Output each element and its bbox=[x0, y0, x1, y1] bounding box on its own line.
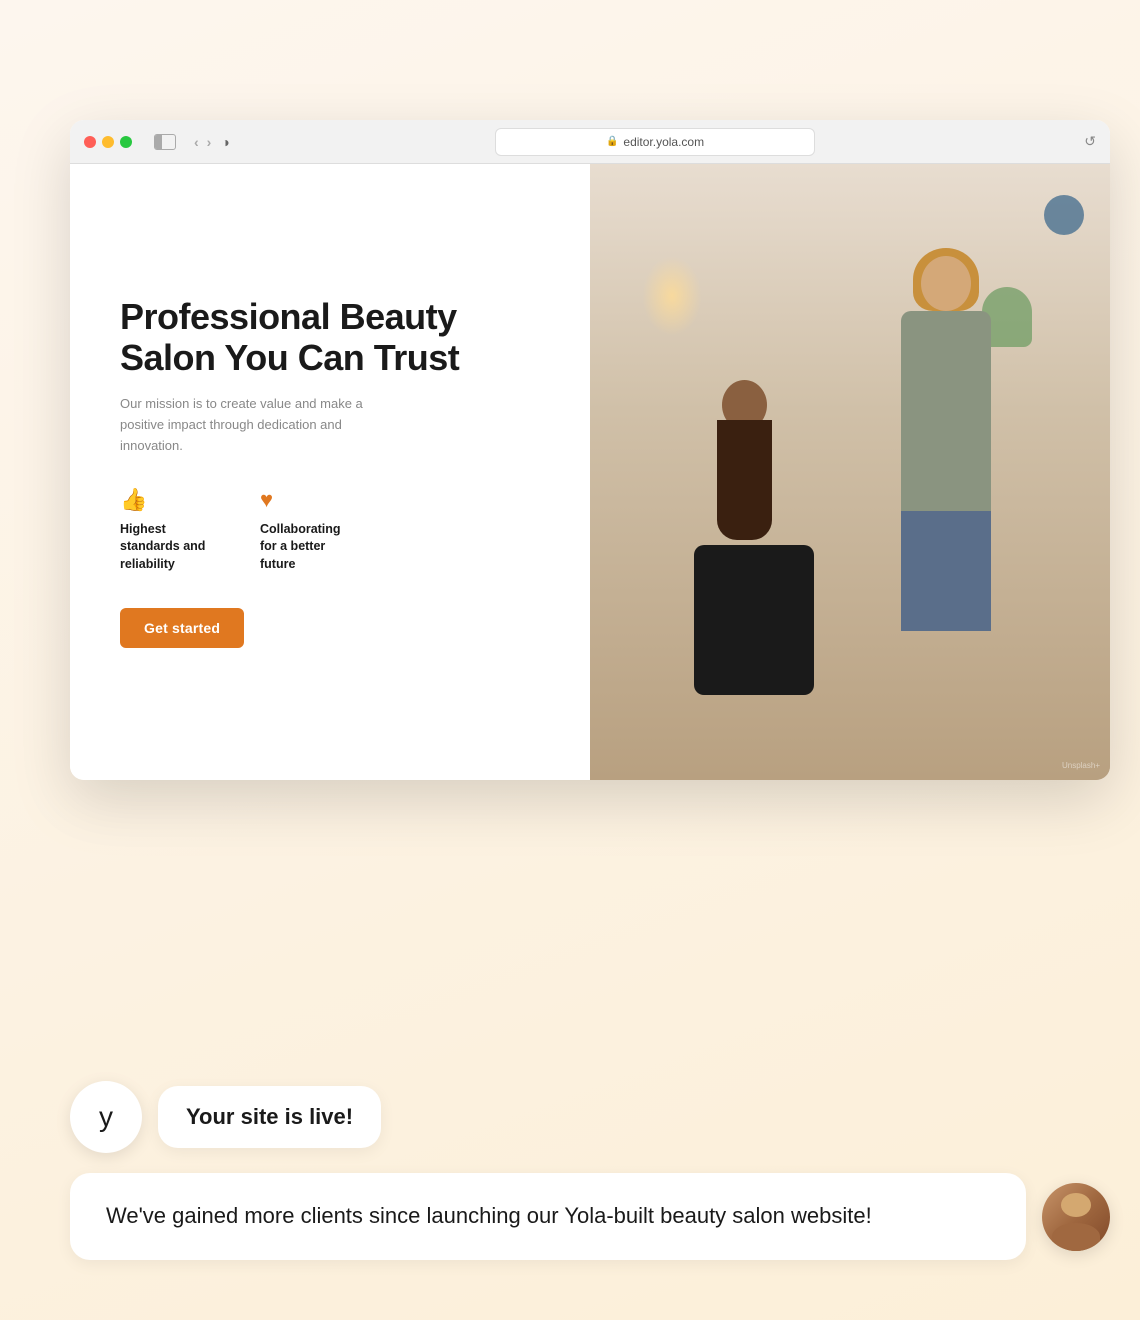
client-hair bbox=[717, 420, 772, 540]
subtext: Our mission is to create value and make … bbox=[120, 394, 400, 456]
stylist-hair bbox=[913, 248, 979, 311]
feature-label-2: Collaborating for a better future bbox=[260, 521, 360, 574]
features-row: 👍 Highest standards and reliability ♥ Co… bbox=[120, 487, 540, 574]
browser-toolbar: ‹ › ◑ 🔒 editor.yola.com ↺ bbox=[70, 120, 1110, 164]
feature-item-1: 👍 Highest standards and reliability bbox=[120, 487, 220, 574]
heart-icon: ♥ bbox=[260, 487, 360, 513]
main-heading: Professional Beauty Salon You Can Trust bbox=[120, 296, 540, 379]
user-avatar bbox=[1042, 1183, 1110, 1251]
stylist-standing bbox=[886, 256, 1006, 780]
client-seated bbox=[694, 380, 794, 780]
yola-logo-letter: y bbox=[99, 1101, 113, 1133]
feature-label-1: Highest standards and reliability bbox=[120, 521, 220, 574]
forward-arrow-icon[interactable]: › bbox=[207, 134, 212, 150]
address-bar[interactable]: 🔒 editor.yola.com bbox=[495, 128, 815, 156]
salon-image: Unsplash+ bbox=[590, 164, 1110, 780]
chat-text-1: Your site is live! bbox=[186, 1104, 353, 1129]
sidebar-toggle-icon[interactable] bbox=[154, 134, 176, 150]
chat-bubble-2: We've gained more clients since launchin… bbox=[70, 1173, 1026, 1260]
minimize-button[interactable] bbox=[102, 136, 114, 148]
chat-bubble-1: Your site is live! bbox=[158, 1086, 381, 1148]
website-right-panel: Unsplash+ bbox=[590, 164, 1110, 780]
chat-row-1: y Your site is live! bbox=[70, 1081, 1110, 1153]
traffic-lights bbox=[84, 136, 132, 148]
thumbsup-icon: 👍 bbox=[120, 487, 220, 513]
get-started-button[interactable]: Get started bbox=[120, 608, 244, 648]
feature-item-2: ♥ Collaborating for a better future bbox=[260, 487, 360, 574]
stylist-body bbox=[901, 311, 991, 511]
url-text: editor.yola.com bbox=[623, 135, 704, 149]
chat-section: y Your site is live! We've gained more c… bbox=[70, 1081, 1110, 1260]
stylist-legs bbox=[901, 511, 991, 631]
website-content: Professional Beauty Salon You Can Trust … bbox=[70, 164, 1110, 780]
maximize-button[interactable] bbox=[120, 136, 132, 148]
browser-window: ‹ › ◑ 🔒 editor.yola.com ↺ Professional B… bbox=[70, 120, 1110, 780]
chat-text-2: We've gained more clients since launchin… bbox=[106, 1203, 872, 1228]
image-watermark: Unsplash+ bbox=[1062, 761, 1100, 770]
close-button[interactable] bbox=[84, 136, 96, 148]
reload-icon[interactable]: ↺ bbox=[1084, 133, 1096, 150]
stylist-head bbox=[921, 256, 971, 311]
browser-nav: ‹ › bbox=[194, 134, 211, 150]
chat-row-2: We've gained more clients since launchin… bbox=[70, 1173, 1110, 1260]
back-arrow-icon[interactable]: ‹ bbox=[194, 134, 199, 150]
yola-avatar: y bbox=[70, 1081, 142, 1153]
stylists-scene bbox=[590, 164, 1110, 780]
theme-icon: ◑ bbox=[221, 134, 229, 150]
website-left-panel: Professional Beauty Salon You Can Trust … bbox=[70, 164, 590, 780]
client-cape bbox=[694, 545, 814, 695]
lock-icon: 🔒 bbox=[606, 136, 618, 147]
